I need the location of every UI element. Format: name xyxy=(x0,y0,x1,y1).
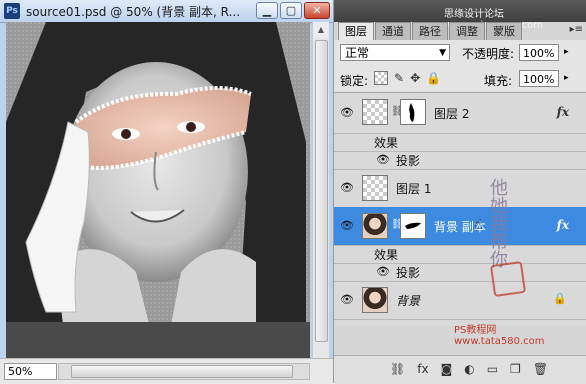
effects-label: 效果 xyxy=(374,248,399,262)
watermark-bottom: PS教程网 www.tata580.com xyxy=(454,325,545,347)
document-title: source01.psd @ 50% (背景 副本, R... xyxy=(26,5,241,19)
visibility-eye-icon[interactable]: 👁 xyxy=(338,106,356,120)
lock-fill-row: 锁定: ✎ ✥ 🔒 填充: 100% ▸ xyxy=(334,66,586,93)
canvas-image xyxy=(6,22,310,358)
layers-panel: 思缘设计论坛 www.missyuan.com 图层 通道 路径 调整 蒙版 ▸… xyxy=(333,0,586,384)
document-titlebar[interactable]: Ps source01.psd @ 50% (背景 副本, R... ▁ ▢ ✕ xyxy=(0,0,333,23)
drop-shadow-row[interactable]: 👁 投影 xyxy=(334,151,586,170)
layer-thumbnail xyxy=(362,175,388,201)
add-mask-icon[interactable]: ◙ xyxy=(441,362,453,376)
close-icon: ✕ xyxy=(312,4,322,17)
tab-channels[interactable]: 通道 xyxy=(375,22,411,41)
visibility-eye-icon[interactable]: 👁 xyxy=(338,181,356,195)
drop-shadow-row[interactable]: 👁 投影 xyxy=(334,263,586,282)
blend-mode-select[interactable]: 正常 ▼ xyxy=(340,44,450,61)
lock-pixels-icon[interactable]: ✎ xyxy=(394,71,404,85)
lock-position-icon[interactable]: ✥ xyxy=(410,71,420,85)
layer-mask-thumbnail[interactable] xyxy=(400,99,426,125)
panel-menu-icon[interactable]: ▸≡ xyxy=(570,24,583,35)
visibility-eye-icon[interactable]: 👁 xyxy=(338,293,356,307)
horizontal-scroll-thumb[interactable] xyxy=(71,365,293,378)
document-statusbar: 50% xyxy=(0,358,333,384)
layer-row-1[interactable]: 👁 图层 1 xyxy=(334,169,586,208)
document-window: Ps source01.psd @ 50% (背景 副本, R... ▁ ▢ ✕ xyxy=(0,0,333,384)
hand-cursor-icon: ☝ xyxy=(474,217,483,233)
handwriting-watermark: 他她我帮你 xyxy=(487,178,508,268)
layer-row-background-copy[interactable]: 👁 ⛓ 背景 副本 fx ☝ xyxy=(334,207,586,246)
fx-icon[interactable]: fx xyxy=(557,218,569,232)
new-layer-icon[interactable]: ❐ xyxy=(510,362,521,376)
tab-paths[interactable]: 路径 xyxy=(412,22,448,41)
adjustment-layer-icon[interactable]: ◐ xyxy=(464,362,474,376)
lock-transparency-icon[interactable] xyxy=(374,71,388,85)
layer-row-background[interactable]: 👁 背景 🔒 xyxy=(334,281,586,320)
tab-masks[interactable]: 蒙版 xyxy=(486,22,522,41)
effect-eye-icon[interactable]: 👁 xyxy=(374,153,392,167)
document-canvas[interactable] xyxy=(6,22,310,358)
panel-tabs: 图层 通道 路径 调整 蒙版 xyxy=(338,22,523,41)
effects-row[interactable]: 效果 xyxy=(334,245,586,264)
layer-row-2[interactable]: 👁 ⛓ 图层 2 fx xyxy=(334,93,586,134)
zoom-field[interactable]: 50% xyxy=(4,363,57,380)
layer-mask-thumbnail[interactable] xyxy=(400,213,426,239)
new-group-icon[interactable]: ▭ xyxy=(487,362,498,376)
chevron-down-icon: ▼ xyxy=(439,48,446,58)
fx-icon[interactable]: fx xyxy=(557,105,569,119)
panel-footer: ⛓ fx ◙ ◐ ▭ ❐ 🗑 xyxy=(334,355,586,384)
tab-layers[interactable]: 图层 xyxy=(338,22,374,41)
effect-eye-icon[interactable]: 👁 xyxy=(374,265,392,279)
fill-input[interactable]: 100% xyxy=(519,70,559,87)
drop-shadow-label: 投影 xyxy=(396,266,421,280)
minimize-icon: ▁ xyxy=(262,4,272,17)
layer-name[interactable]: 图层 2 xyxy=(434,105,469,122)
vertical-scroll-thumb[interactable] xyxy=(315,40,328,342)
link-layers-icon[interactable]: ⛓ xyxy=(390,362,405,376)
fill-label: 填充: xyxy=(484,74,513,88)
effects-label: 效果 xyxy=(374,136,399,150)
drop-shadow-label: 投影 xyxy=(396,154,421,168)
opacity-input[interactable]: 100% xyxy=(519,44,559,61)
vertical-scrollbar[interactable]: ▲ xyxy=(312,22,329,358)
layer-thumbnail xyxy=(362,99,388,125)
maximize-button[interactable]: ▢ xyxy=(280,2,302,19)
panel-header[interactable]: 思缘设计论坛 www.missyuan.com xyxy=(334,0,586,31)
fill-dropdown-icon[interactable]: ▸ xyxy=(564,73,569,83)
close-button[interactable]: ✕ xyxy=(304,2,330,19)
red-seal-stamp xyxy=(489,260,527,298)
lock-icon: 🔒 xyxy=(553,292,567,305)
blend-mode-value: 正常 xyxy=(345,46,370,60)
visibility-eye-icon[interactable]: 👁 xyxy=(338,219,356,233)
layer-thumbnail xyxy=(362,213,388,239)
delete-layer-icon[interactable]: 🗑 xyxy=(533,362,548,376)
effects-row[interactable]: 效果 xyxy=(334,133,586,152)
layer-name[interactable]: 背景 xyxy=(396,292,420,309)
tab-adjustments[interactable]: 调整 xyxy=(449,22,485,41)
add-style-fx-icon[interactable]: fx xyxy=(417,362,428,376)
blend-opacity-row: 正常 ▼ 不透明度: 100% ▸ xyxy=(334,40,586,66)
photoshop-logo: Ps xyxy=(4,3,20,19)
opacity-dropdown-icon[interactable]: ▸ xyxy=(564,47,569,57)
lock-all-icon[interactable]: 🔒 xyxy=(426,71,441,85)
layers-list: 👁 ⛓ 图层 2 fx 效果 👁 投影 👁 图层 1 👁 ⛓ 背景 副本 fx … xyxy=(334,93,586,326)
layer-name[interactable]: 图层 1 xyxy=(396,180,431,197)
opacity-label: 不透明度: xyxy=(462,47,515,61)
maximize-icon: ▢ xyxy=(285,4,297,17)
layer-thumbnail xyxy=(362,287,388,313)
lock-label: 锁定: xyxy=(340,74,369,88)
minimize-button[interactable]: ▁ xyxy=(256,2,278,19)
scroll-up-arrow-icon[interactable]: ▲ xyxy=(313,22,329,38)
horizontal-scrollbar[interactable] xyxy=(58,363,310,380)
